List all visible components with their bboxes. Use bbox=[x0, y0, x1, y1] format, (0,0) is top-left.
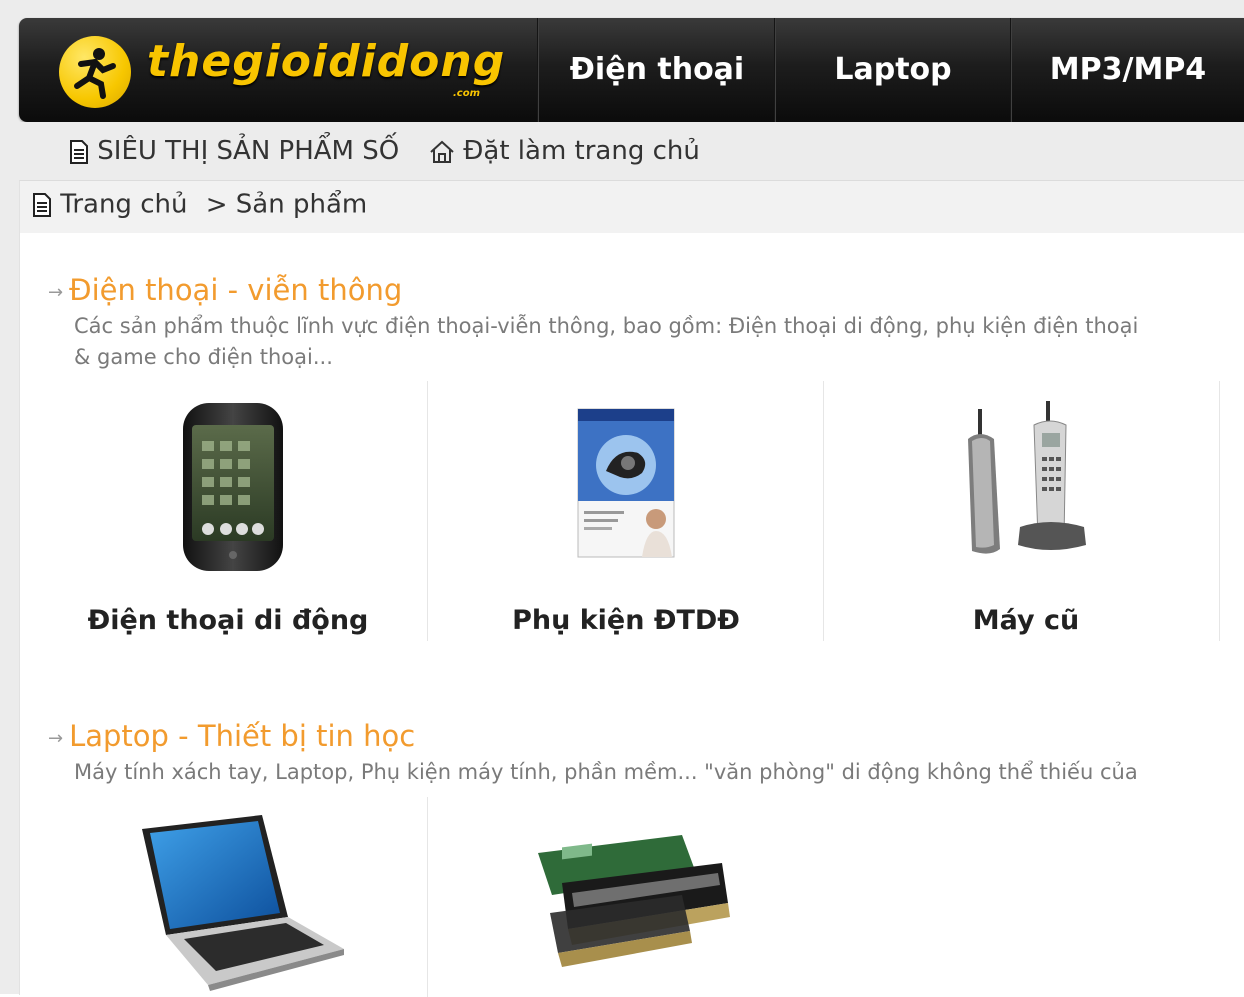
document-icon bbox=[70, 139, 88, 164]
arrow-right-icon: → bbox=[48, 281, 64, 303]
site-logo[interactable]: thegioididong .com bbox=[59, 30, 539, 110]
category-description: Các sản phẩm thuộc lĩnh vực điện thoại-v… bbox=[74, 311, 1138, 373]
logo-domain-suffix: .com bbox=[453, 88, 481, 99]
column-divider bbox=[1219, 381, 1220, 641]
category-description-line: Các sản phẩm thuộc lĩnh vực điện thoại-v… bbox=[74, 314, 1139, 338]
laptop-image[interactable] bbox=[138, 813, 348, 991]
home-icon bbox=[430, 140, 454, 163]
breadcrumb-bar: Trang chủ > Sản phẩm bbox=[20, 181, 1244, 233]
arrow-right-icon: → bbox=[48, 727, 64, 749]
category-description: Máy tính xách tay, Laptop, Phụ kiện máy … bbox=[74, 757, 1138, 788]
column-divider bbox=[427, 381, 428, 641]
document-icon bbox=[33, 192, 51, 217]
column-divider bbox=[427, 797, 428, 997]
set-homepage-label: Đặt làm trang chủ bbox=[463, 136, 700, 166]
product-mobile-phones[interactable]: Điện thoại di động bbox=[30, 605, 426, 636]
set-homepage-link[interactable]: Đặt làm trang chủ bbox=[429, 136, 700, 166]
site-title-label: SIÊU THỊ SẢN PHẨM SỐ bbox=[97, 136, 400, 166]
breadcrumb-current: Sản phẩm bbox=[235, 189, 368, 220]
product-phone-accessories[interactable]: Phụ kiện ĐTDĐ bbox=[428, 605, 824, 636]
column-divider bbox=[823, 381, 824, 641]
site-title-link[interactable]: SIÊU THỊ SẢN PHẨM SỐ bbox=[69, 136, 399, 166]
logo-wordmark: thegioididong bbox=[147, 36, 506, 87]
cordless-phone-image[interactable] bbox=[960, 399, 1100, 569]
logo-running-man-icon bbox=[59, 36, 131, 108]
category-description-line: & game cho điện thoại... bbox=[74, 345, 333, 369]
category-title-text: Laptop - Thiết bị tin học bbox=[69, 719, 416, 753]
mobile-phone-image[interactable] bbox=[178, 401, 288, 581]
nav-item-mp3-mp4[interactable]: MP3/MP4 bbox=[1012, 18, 1244, 122]
breadcrumb: Trang chủ > Sản phẩm bbox=[32, 189, 367, 220]
top-navigation-bar: thegioididong .com Điện thoại Laptop MP3… bbox=[19, 18, 1244, 122]
product-used-phones[interactable]: Máy cũ bbox=[828, 605, 1224, 636]
accessory-box-image[interactable] bbox=[576, 407, 680, 567]
ram-module-image[interactable] bbox=[532, 833, 732, 983]
category-title-text: Điện thoại - viễn thông bbox=[69, 273, 403, 307]
nav-item-dien-thoai[interactable]: Điện thoại bbox=[539, 18, 775, 122]
breadcrumb-separator: > bbox=[205, 189, 228, 220]
category-title-laptop[interactable]: → Laptop - Thiết bị tin học bbox=[48, 719, 415, 753]
secondary-bar: SIÊU THỊ SẢN PHẨM SỐ Đặt làm trang chủ bbox=[19, 122, 1244, 178]
category-description-line: Máy tính xách tay, Laptop, Phụ kiện máy … bbox=[74, 760, 1138, 784]
breadcrumb-home-link[interactable]: Trang chủ bbox=[60, 190, 187, 220]
nav-item-laptop[interactable]: Laptop bbox=[776, 18, 1010, 122]
category-title-dien-thoai[interactable]: → Điện thoại - viễn thông bbox=[48, 273, 402, 307]
main-content: Trang chủ > Sản phẩm → Điện thoại - viễn … bbox=[19, 180, 1244, 997]
